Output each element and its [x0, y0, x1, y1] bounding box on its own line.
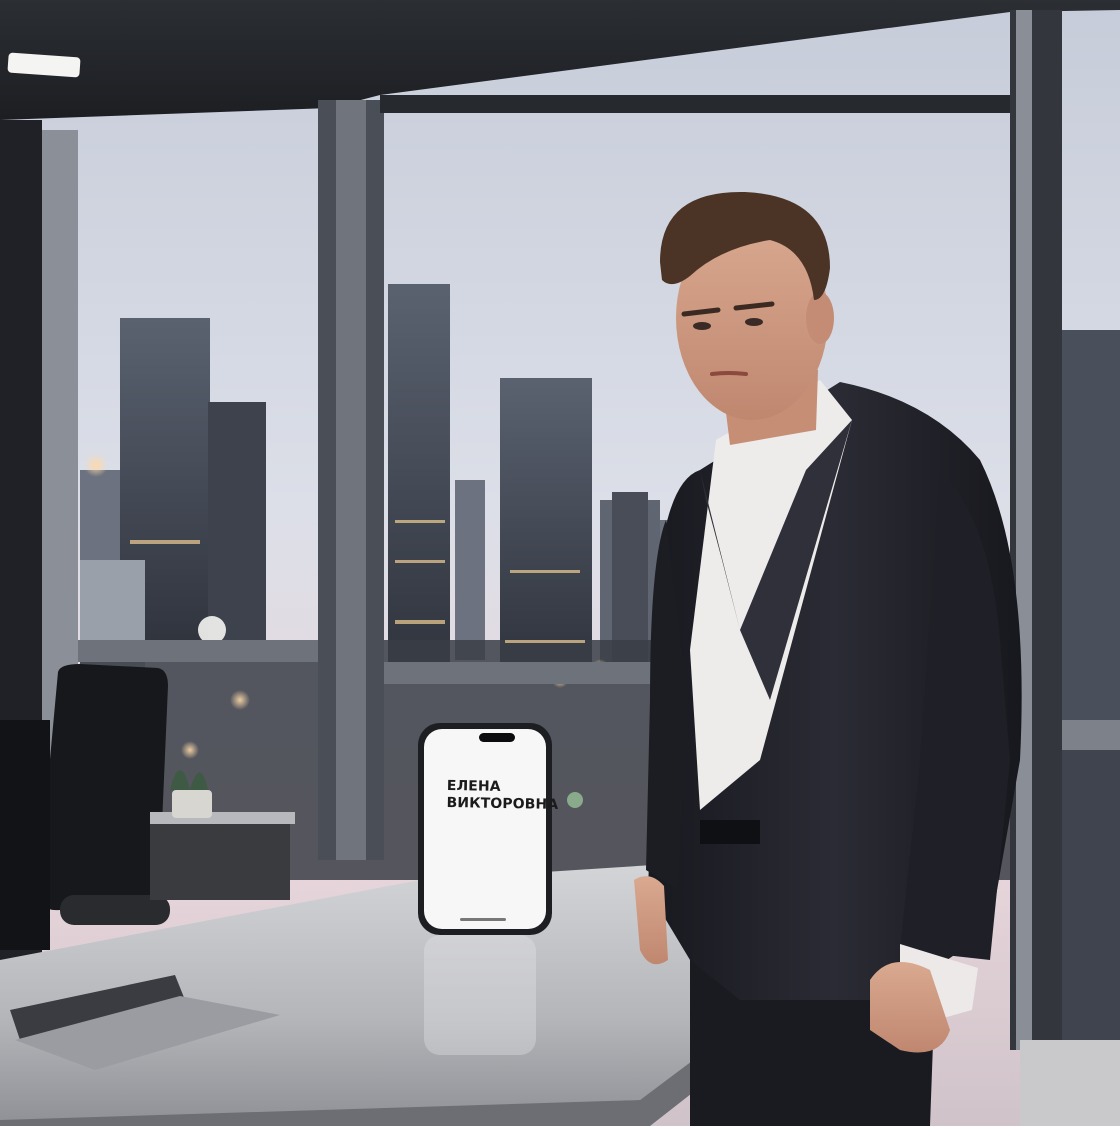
dynamic-island: [479, 733, 515, 742]
scene-illustration: [0, 0, 1120, 1126]
home-indicator: [460, 918, 506, 921]
office-scene-photo: ЕЛЕНА ВИКТОРОВНА: [0, 0, 1120, 1126]
right-building: [1062, 750, 1120, 1050]
phone-screen: [424, 729, 546, 929]
smartphone: [418, 723, 552, 935]
phone-caller-name: ЕЛЕНА ВИКТОРОВНА: [446, 778, 559, 813]
floor: [1020, 1040, 1120, 1126]
